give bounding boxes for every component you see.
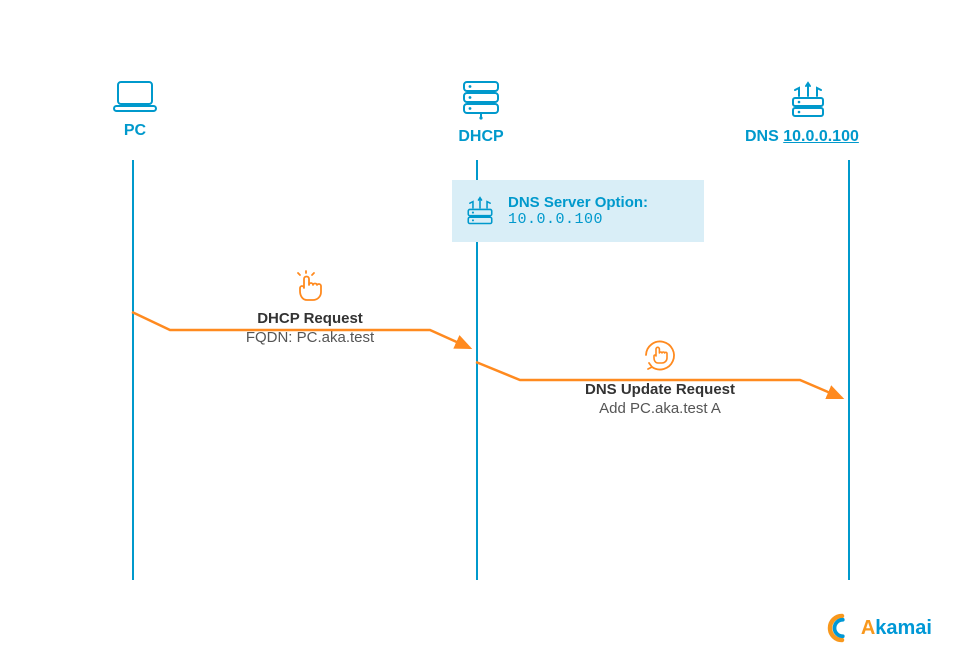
- dns-server-icon: [462, 194, 498, 228]
- message-dhcp-request: DHCP Request FQDN: PC.aka.test: [180, 270, 440, 346]
- message-dns-update: DNS Update Request Add PC.aka.test A: [530, 335, 790, 417]
- node-dns: DNS 10.0.0.100: [745, 80, 945, 146]
- node-dhcp: DHCP: [436, 80, 526, 146]
- laptop-icon: [112, 80, 158, 114]
- akamai-swoosh-icon: [827, 613, 857, 643]
- message-2-sub: Add PC.aka.test A: [530, 400, 790, 417]
- pointer-hand-icon: [294, 270, 326, 304]
- message-2-title: DNS Update Request: [530, 381, 790, 398]
- node-pc: PC: [90, 80, 180, 140]
- brand-rest: kamai: [875, 617, 932, 639]
- node-pc-label: PC: [124, 122, 146, 139]
- dns-option-box: DNS Server Option: 10.0.0.100: [452, 180, 704, 242]
- node-dns-label-prefix: DNS: [745, 128, 783, 145]
- dns-option-ip: 10.0.0.100: [508, 211, 648, 228]
- refresh-pointer-icon: [640, 335, 680, 375]
- server-icon: [458, 80, 504, 120]
- message-1-title: DHCP Request: [180, 310, 440, 327]
- node-dns-ip: 10.0.0.100: [783, 128, 859, 145]
- dns-option-title: DNS Server Option:: [508, 194, 648, 211]
- lifeline-dns: [848, 160, 850, 580]
- brand-logo: Akamai: [827, 613, 932, 643]
- message-1-sub: FQDN: PC.aka.test: [180, 329, 440, 346]
- brand-first-letter: A: [861, 617, 875, 639]
- lifeline-pc: [132, 160, 134, 580]
- dns-server-icon: [785, 80, 831, 120]
- node-dhcp-label: DHCP: [458, 128, 503, 145]
